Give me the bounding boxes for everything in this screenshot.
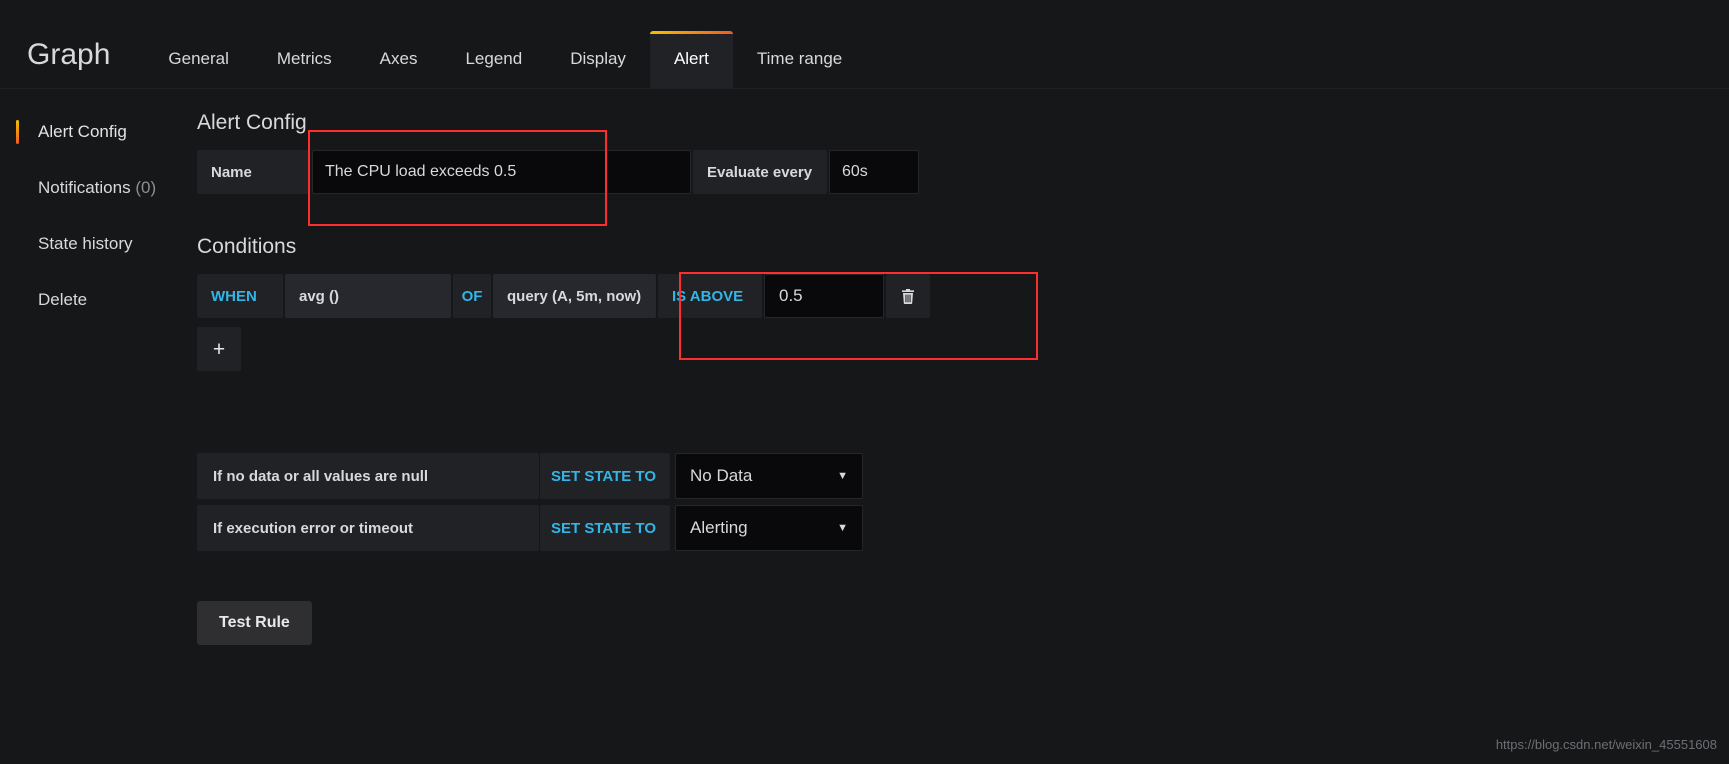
- chevron-down-icon: ▼: [837, 521, 848, 534]
- sidebar-item-delete[interactable]: Delete: [0, 272, 180, 328]
- no-data-description: If no data or all values are null: [197, 453, 539, 500]
- condition-of-label: OF: [453, 274, 491, 319]
- alert-sidebar: Alert Config Notifications (0) State his…: [0, 104, 180, 328]
- sidebar-item-state-history[interactable]: State history: [0, 216, 180, 272]
- no-data-handling-section: If no data or all values are null SET ST…: [197, 453, 1697, 552]
- tab-label: Metrics: [276, 49, 332, 68]
- no-data-state-select[interactable]: No Data ▼: [675, 453, 863, 500]
- condition-evaluator-type[interactable]: IS ABOVE: [658, 274, 762, 319]
- plus-icon: +: [212, 337, 226, 361]
- tab-metrics[interactable]: Metrics: [253, 50, 356, 88]
- tab-legend[interactable]: Legend: [441, 50, 546, 88]
- sidebar-item-label: Alert Config: [38, 122, 127, 141]
- chevron-down-icon: ▼: [837, 469, 848, 482]
- conditions-heading: Conditions: [197, 235, 297, 259]
- sidebar-item-notifications[interactable]: Notifications (0): [0, 160, 180, 216]
- alert-name-row: Name The CPU load exceeds 0.5 Evaluate e…: [197, 150, 1697, 195]
- alert-name-input[interactable]: The CPU load exceeds 0.5: [312, 150, 691, 195]
- tab-label: Axes: [379, 49, 418, 68]
- test-rule-button[interactable]: Test Rule: [197, 601, 312, 646]
- no-data-set-state-label: SET STATE TO: [540, 453, 670, 500]
- watermark-text: https://blog.csdn.net/weixin_45551608: [1495, 737, 1717, 752]
- alert-config-heading: Alert Config: [197, 111, 307, 134]
- tab-alert[interactable]: Alert: [649, 31, 733, 88]
- alert-name-label: Name: [197, 150, 310, 195]
- alert-config-pane: Alert Config Name The CPU load exceeds 0…: [197, 110, 1697, 646]
- tab-display[interactable]: Display: [546, 50, 650, 88]
- add-condition-button[interactable]: +: [197, 327, 241, 372]
- condition-row: WHEN avg () OF query (A, 5m, now) IS ABO…: [197, 274, 1697, 319]
- tab-time-range[interactable]: Time range: [733, 50, 866, 88]
- tab-label: Legend: [465, 49, 523, 68]
- condition-query-select[interactable]: query (A, 5m, now): [493, 274, 656, 319]
- sidebar-item-label: Delete: [38, 290, 88, 309]
- panel-editor-tabbar: Graph General Metrics Axes Legend Displa…: [0, 0, 1729, 89]
- evaluate-every-input[interactable]: 60s: [829, 150, 919, 195]
- exec-error-state-select[interactable]: Alerting ▼: [675, 505, 863, 552]
- sidebar-item-label: State history: [38, 234, 133, 253]
- exec-error-state-value: Alerting: [690, 518, 748, 538]
- tab-general[interactable]: General: [144, 50, 252, 88]
- exec-error-set-state-label: SET STATE TO: [540, 505, 670, 552]
- active-marker-icon: [16, 120, 19, 144]
- exec-error-row: If execution error or timeout SET STATE …: [197, 505, 1697, 552]
- no-data-row: If no data or all values are null SET ST…: [197, 453, 1697, 500]
- exec-error-description: If execution error or timeout: [197, 505, 539, 552]
- tab-axes[interactable]: Axes: [356, 50, 442, 88]
- tab-label: General: [168, 49, 229, 68]
- condition-reducer-select[interactable]: avg (): [285, 274, 451, 319]
- no-data-state-value: No Data: [690, 466, 753, 486]
- notifications-count: (0): [135, 178, 157, 197]
- condition-threshold-input[interactable]: 0.5: [764, 274, 884, 319]
- tab-label: Display: [570, 49, 626, 68]
- tab-label: Alert: [673, 49, 709, 68]
- sidebar-item-label: Notifications: [38, 178, 131, 197]
- tab-label: Time range: [756, 49, 843, 68]
- page-title: Graph: [27, 38, 111, 71]
- trash-icon[interactable]: [886, 274, 930, 319]
- evaluate-every-label: Evaluate every: [693, 150, 827, 195]
- condition-when-label: WHEN: [197, 274, 283, 319]
- sidebar-item-alert-config[interactable]: Alert Config: [0, 104, 180, 160]
